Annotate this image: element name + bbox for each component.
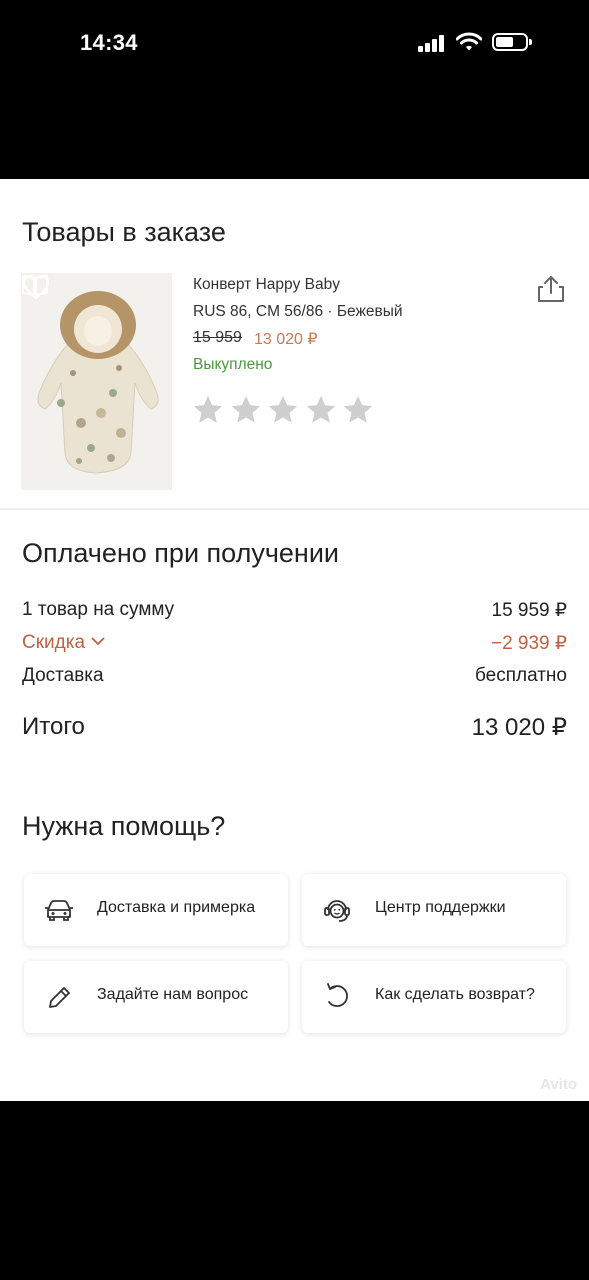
product-image[interactable] (21, 273, 172, 490)
wifi-icon (456, 32, 482, 51)
product-price-old: 15 959 (193, 329, 242, 346)
chevron-down-icon (91, 637, 105, 646)
rating-stars[interactable] (191, 393, 381, 429)
product-price-new: 13 020 ₽ (254, 331, 318, 348)
product-status: Выкуплено (193, 356, 273, 373)
watermark: Avito (540, 1076, 577, 1093)
discount-label: Скидка (22, 632, 86, 653)
help-card-label: Как сделать возврат? (375, 986, 535, 1003)
delivery-label: Доставка (22, 665, 104, 686)
help-title: Нужна помощь? (22, 811, 226, 841)
order-items-title: Товары в заказе (22, 217, 226, 247)
star-icon[interactable] (341, 393, 375, 427)
discount-toggle[interactable]: Скидка (22, 632, 105, 654)
return-arrow-icon (327, 983, 348, 1007)
cellular-signal-icon (418, 34, 444, 52)
total-value: 13 020 ₽ (471, 714, 567, 741)
order-details-sheet: Товары в заказе Конверт Happy Baby RUS 8… (0, 179, 589, 1101)
total-label: Итого (22, 713, 85, 740)
star-icon[interactable] (191, 393, 225, 427)
star-icon[interactable] (229, 393, 263, 427)
help-card-support[interactable]: Центр поддержки (302, 874, 566, 946)
product-photo-envelope (21, 273, 172, 490)
product-name[interactable]: Конверт Happy Baby (193, 276, 340, 294)
help-card-label: Задайте нам вопрос (97, 986, 249, 1003)
help-card-label: Центр поддержки (375, 899, 506, 916)
star-icon[interactable] (304, 393, 338, 427)
car-icon (45, 900, 73, 921)
star-icon[interactable] (266, 393, 300, 427)
help-card-question[interactable]: Задайте нам вопрос (24, 961, 288, 1033)
help-card-label: Доставка и примерка (97, 899, 256, 916)
status-time: 14:34 (80, 30, 138, 55)
battery-icon (492, 33, 532, 51)
status-bar: 14:34 (0, 0, 589, 88)
items-sum-label: 1 товар на сумму (22, 599, 175, 620)
headset-icon (324, 900, 350, 922)
discount-value: −2 939 ₽ (490, 633, 567, 654)
items-sum-value: 15 959 ₽ (491, 600, 567, 621)
heart-icon[interactable] (21, 273, 51, 301)
delivery-value: бесплатно (474, 665, 567, 686)
help-card-delivery[interactable]: Доставка и примерка (24, 874, 288, 946)
pencil-icon (49, 987, 70, 1008)
product-variant: RUS 86, CM 56/86 · Бежевый (193, 303, 403, 320)
share-icon[interactable] (536, 274, 566, 304)
section-divider (0, 508, 589, 510)
help-card-return[interactable]: Как сделать возврат? (302, 961, 566, 1033)
payment-title: Оплачено при получении (22, 538, 339, 568)
